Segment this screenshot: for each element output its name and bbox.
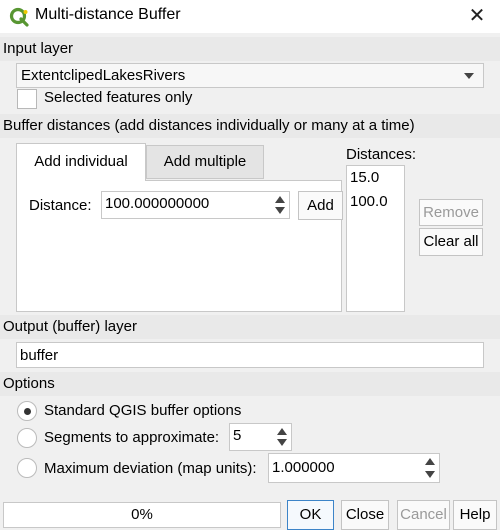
spin-down-icon[interactable] <box>275 207 285 214</box>
spin-up-icon[interactable] <box>275 196 285 203</box>
spin-down-icon[interactable] <box>277 439 287 446</box>
options-band <box>0 372 500 396</box>
distances-list[interactable]: 15.0 100.0 <box>346 165 405 312</box>
window-title: Multi-distance Buffer <box>35 6 181 23</box>
tab-add-individual[interactable]: Add individual <box>16 143 146 181</box>
input-layer-label: Input layer <box>3 40 74 57</box>
distance-value: 100.000000000 <box>105 195 210 212</box>
distance-spinbox[interactable]: 100.000000000 <box>101 191 290 219</box>
segments-radio[interactable] <box>17 428 37 448</box>
radio-selected-dot <box>24 408 31 415</box>
ok-button[interactable]: OK <box>287 500 334 530</box>
max-deviation-label[interactable]: Maximum deviation (map units): <box>44 460 257 477</box>
segments-spinbox[interactable]: 5 <box>229 423 292 451</box>
spin-down-icon[interactable] <box>425 471 435 478</box>
close-button[interactable]: Close <box>341 500 389 530</box>
selected-features-checkbox[interactable] <box>17 89 37 109</box>
spin-up-icon[interactable] <box>277 428 287 435</box>
options-label: Options <box>3 375 55 392</box>
input-layer-combobox[interactable]: ExtentclipedLakesRivers <box>16 63 484 88</box>
list-item[interactable]: 15.0 <box>350 169 379 186</box>
tab-add-multiple-label: Add multiple <box>163 153 247 170</box>
standard-options-radio[interactable] <box>17 401 37 421</box>
input-layer-value: ExtentclipedLakesRivers <box>21 67 186 84</box>
add-distance-button[interactable]: Add <box>298 191 343 220</box>
cancel-button[interactable]: Cancel <box>397 500 450 530</box>
close-window-icon[interactable]: ✕ <box>461 1 493 31</box>
max-deviation-spinbox[interactable]: 1.000000 <box>268 453 440 483</box>
distances-list-label: Distances: <box>346 146 417 163</box>
segments-value: 5 <box>233 427 242 444</box>
distance-label: Distance: <box>29 197 92 214</box>
output-layer-input[interactable]: buffer <box>16 342 484 368</box>
max-deviation-value: 1.000000 <box>272 459 335 476</box>
max-deviation-radio[interactable] <box>17 458 37 478</box>
qgis-logo-icon <box>9 7 29 27</box>
buffer-distances-label: Buffer distances (add distances individu… <box>3 117 415 134</box>
tab-add-individual-label: Add individual <box>34 153 128 170</box>
input-layer-band <box>0 37 500 61</box>
list-item[interactable]: 100.0 <box>350 193 388 210</box>
remove-button[interactable]: Remove <box>419 199 483 226</box>
selected-features-label[interactable]: Selected features only <box>44 89 192 106</box>
segments-label[interactable]: Segments to approximate: <box>44 429 219 446</box>
spin-up-icon[interactable] <box>425 458 435 465</box>
output-layer-label: Output (buffer) layer <box>3 318 137 335</box>
progress-bar: 0% <box>3 502 281 528</box>
chevron-down-icon <box>464 73 474 79</box>
standard-options-label[interactable]: Standard QGIS buffer options <box>44 402 241 419</box>
clear-all-button[interactable]: Clear all <box>419 228 483 256</box>
tab-add-multiple[interactable]: Add multiple <box>146 145 264 179</box>
output-layer-value: buffer <box>20 347 59 364</box>
help-button[interactable]: Help <box>453 500 497 530</box>
